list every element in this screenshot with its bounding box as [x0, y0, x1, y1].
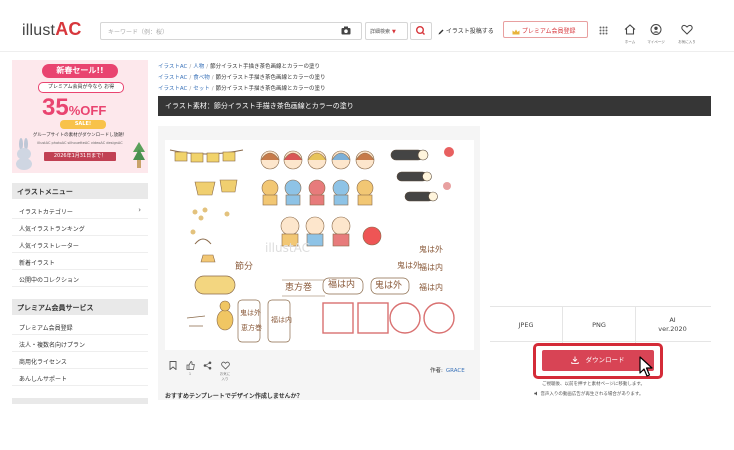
post-illust-link[interactable]: イラスト投稿する: [438, 26, 494, 35]
menu-item-premium-signup[interactable]: プレミアム会員登録: [12, 318, 148, 335]
nav-mypage-label: マイページ: [647, 40, 665, 44]
illust-menu-heading: イラストメニュー: [12, 183, 148, 199]
favorite-button[interactable]: お気に入り: [219, 361, 231, 382]
breadcrumb: イラストAC / 人物 / 節分イラスト手描き茶色画線とカラーの塗り: [158, 64, 321, 70]
mouse-cursor-icon: [639, 356, 653, 377]
home-icon: [624, 24, 636, 35]
svg-text:鬼は外: 鬼は外: [240, 308, 261, 317]
sale-badge: SALE!: [60, 120, 106, 129]
share-icon: [203, 361, 211, 370]
site-header: illustAC キーワード（例：桜） 詳細検索 ▼ イラスト投稿する プレミアム…: [0, 0, 734, 52]
download-note: ご視聴後、以前を押すと素材ページに移動します。: [542, 382, 645, 387]
bookmark-icon: [169, 361, 177, 371]
watermark-text: illustAC: [265, 241, 310, 255]
rabbit-illustration: [16, 138, 32, 170]
pine-illustration: [133, 142, 145, 168]
svg-text:福は内: 福は内: [419, 262, 443, 272]
pencil-icon: [438, 29, 444, 34]
bookmark-button[interactable]: [167, 361, 179, 372]
favorite-label: お気に入り: [219, 372, 231, 381]
sale-sub: プレミアム会員が今なら お得: [38, 82, 124, 93]
heart-icon: [220, 361, 230, 370]
crown-icon: [512, 29, 520, 34]
premium-signup-button[interactable]: プレミアム会員登録: [503, 21, 588, 38]
audio-ad-note: 音声入りの動画広告が再生される場合があります。: [534, 391, 644, 397]
menu-item-illustrators[interactable]: 人気イラストレーター: [12, 236, 148, 253]
search-icon: [415, 26, 425, 35]
sidebar-next-heading: [12, 398, 148, 404]
search-button[interactable]: [410, 22, 432, 40]
menu-item-collections[interactable]: 公開中のコレクション: [12, 270, 148, 287]
user-icon: [650, 24, 662, 35]
menu-item-new[interactable]: 新着イラスト: [12, 253, 148, 270]
download-icon: [571, 356, 580, 364]
chevron-right-icon: ›: [138, 206, 141, 214]
menu-item-corporate[interactable]: 法人・複数名向けプラン: [12, 335, 148, 352]
nav-favorites-label: お気に入り: [678, 40, 696, 44]
svg-text:鬼は外: 鬼は外: [375, 279, 402, 291]
breadcrumb-link[interactable]: イラストAC: [158, 64, 187, 70]
format-png[interactable]: PNG: [563, 307, 636, 343]
menu-item-license[interactable]: 商用化ライセンス: [12, 352, 148, 369]
nav-favorites[interactable]: お気に入り: [675, 20, 699, 45]
breadcrumb: イラストAC / 食べ物 / 節分イラスト手描き茶色画線とカラーの塗り: [158, 75, 326, 81]
author-link[interactable]: GRACE: [446, 368, 465, 374]
svg-text:鬼は外: 鬼は外: [397, 260, 421, 270]
format-selector: JPEG PNG AI ver.2020: [490, 306, 711, 343]
sale-discount: 35%OFF: [42, 94, 107, 121]
recommend-template-text: おすすめテンプレートでデザイン作成しませんか？: [165, 393, 303, 400]
nav-home-label: ホーム: [624, 40, 636, 44]
search-input[interactable]: キーワード（例：桜）: [100, 22, 362, 40]
breadcrumb-link[interactable]: 食べ物: [193, 75, 210, 81]
share-button[interactable]: [201, 361, 213, 372]
detail-search-dropdown[interactable]: 詳細検索 ▼: [365, 22, 408, 40]
thumbs-up-icon: [186, 361, 195, 370]
svg-text:福は内: 福は内: [271, 315, 292, 324]
format-ai[interactable]: AI ver.2020: [636, 307, 709, 343]
illustration-preview[interactable]: illustAC 鬼は外 福は内 鬼は外 福は内 節分 節分 恵方巻 福は内 鬼…: [165, 140, 474, 350]
menu-item-support[interactable]: あんしんサポート: [12, 369, 148, 386]
premium-menu-heading: プレミアム会員サービス: [12, 299, 148, 315]
svg-text:節分: 節分: [235, 260, 253, 272]
svg-text:福は内: 福は内: [328, 278, 355, 290]
author-info: 作者: GRACE: [430, 368, 465, 374]
svg-text:恵方巻: 恵方巻: [285, 281, 312, 293]
like-button[interactable]: 1: [184, 361, 196, 376]
setsubun-illustration: illustAC 鬼は外 福は内 鬼は外 福は内 節分 節分 恵方巻 福は内 鬼…: [169, 147, 455, 343]
svg-text:鬼は外: 鬼は外: [419, 244, 443, 254]
format-jpeg[interactable]: JPEG: [490, 307, 563, 343]
breadcrumb: イラストAC / セット / 節分イラスト手描き茶色画線とカラーの塗り: [158, 86, 326, 92]
svg-text:恵方巻: 恵方巻: [241, 323, 262, 332]
page-title: イラスト素材：節分イラスト手描き茶色画線とカラーの塗り: [158, 96, 711, 116]
breadcrumb-link[interactable]: セット: [193, 86, 210, 92]
menu-item-ranking[interactable]: 人気イラストランキング: [12, 219, 148, 236]
sale-deadline: 2026年1月31日まで！: [44, 152, 116, 161]
nav-mypage[interactable]: マイページ: [644, 20, 668, 45]
menu-item-category[interactable]: イラストカテゴリー ›: [12, 202, 148, 219]
sale-banner[interactable]: 新春セール!! プレミアム会員が今なら お得 35%OFF SALE! グループ…: [12, 60, 148, 173]
camera-icon[interactable]: [341, 26, 351, 35]
breadcrumb-link[interactable]: イラストAC: [158, 75, 187, 81]
heart-icon: [681, 24, 693, 35]
grid-icon[interactable]: [599, 26, 608, 35]
breadcrumb-link[interactable]: イラストAC: [158, 86, 187, 92]
site-logo[interactable]: illustAC: [22, 19, 82, 40]
speaker-icon: [534, 391, 537, 396]
svg-text:福は内: 福は内: [419, 282, 443, 292]
sale-title: 新春セール!!: [42, 64, 118, 78]
nav-home[interactable]: ホーム: [618, 20, 642, 45]
like-count: 1: [188, 372, 192, 376]
breadcrumb-link[interactable]: 人物: [193, 64, 204, 70]
